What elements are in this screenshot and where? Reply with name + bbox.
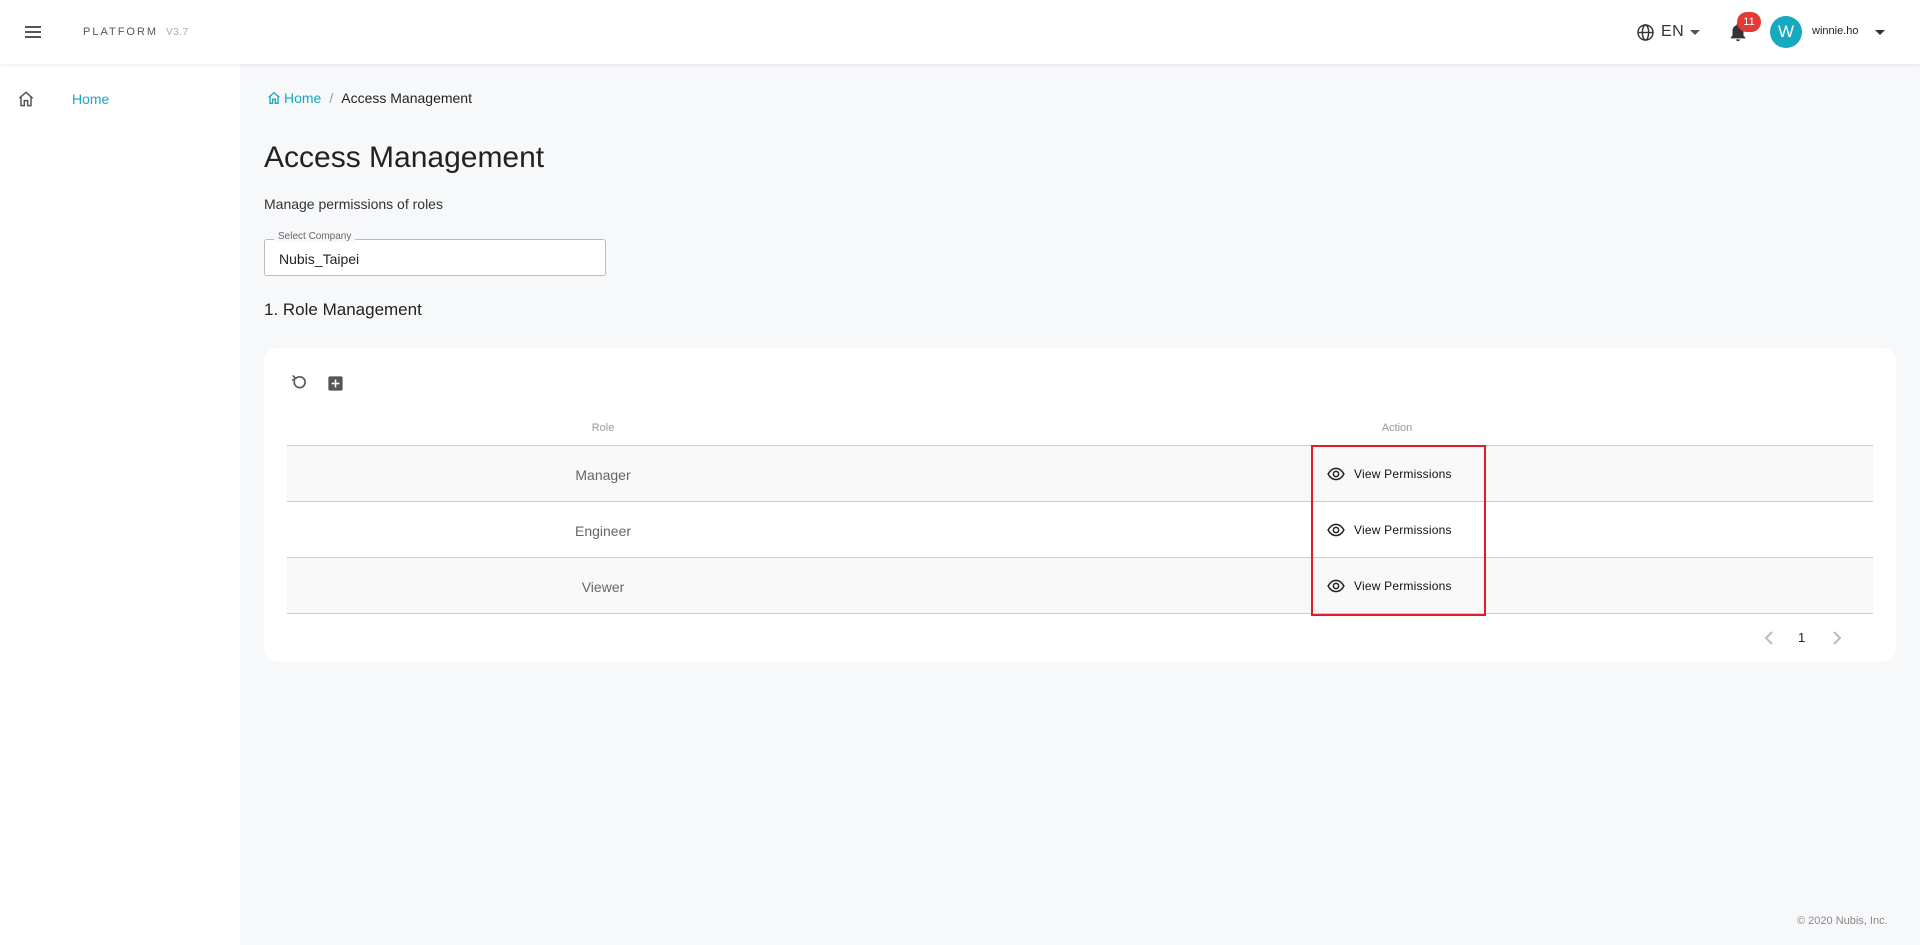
add-role-button[interactable] — [324, 372, 346, 394]
breadcrumb: Home / Access Management — [266, 90, 472, 106]
user-menu-chevron-icon[interactable] — [1875, 30, 1885, 35]
eye-icon — [1327, 467, 1345, 481]
chevron-left-icon[interactable] — [1762, 630, 1776, 646]
page-number[interactable]: 1 — [1798, 630, 1805, 645]
top-app-bar: PLATFORM V3.7 EN 11 W winnie.ho — [0, 0, 1920, 64]
notification-badge: 11 — [1737, 12, 1761, 32]
globe-icon — [1637, 23, 1654, 41]
pagination: 1 — [1762, 628, 1862, 648]
brand-name: PLATFORM — [83, 26, 159, 38]
avatar[interactable]: W — [1770, 16, 1802, 48]
footer-copyright: © 2020 Nubis, Inc. — [1797, 915, 1888, 927]
role-cell: Manager — [575, 467, 631, 483]
page-subtitle: Manage permissions of roles — [264, 196, 443, 212]
page-title: Access Management — [264, 141, 545, 174]
chevron-down-icon — [1690, 29, 1701, 35]
brand-logo: PLATFORM V3.7 — [83, 26, 189, 38]
view-permissions-label: View Permissions — [1354, 579, 1452, 593]
add-box-icon — [327, 375, 343, 391]
table-row: Manager View Permissions — [287, 446, 1873, 502]
view-permissions-button[interactable]: View Permissions — [1327, 465, 1452, 483]
column-header-role[interactable]: Role — [592, 422, 615, 434]
table-row: Engineer View Permissions — [287, 502, 1873, 558]
home-icon — [18, 91, 34, 107]
language-code: EN — [1661, 23, 1685, 40]
eye-icon — [1327, 579, 1345, 593]
table-header: Role Action — [287, 408, 1873, 446]
view-permissions-label: View Permissions — [1354, 523, 1452, 537]
breadcrumb-current: Access Management — [341, 90, 472, 106]
sidebar-item-home[interactable]: Home — [0, 84, 240, 112]
breadcrumb-separator: / — [329, 90, 334, 106]
view-permissions-button[interactable]: View Permissions — [1327, 521, 1452, 539]
view-permissions-label: View Permissions — [1354, 467, 1452, 481]
home-icon — [268, 91, 280, 104]
role-table-card: Role Action Manager View Permissions Eng… — [264, 348, 1896, 662]
table-row: Viewer View Permissions — [287, 558, 1873, 614]
chevron-right-icon[interactable] — [1830, 630, 1844, 646]
company-select-label: Select Company — [274, 231, 356, 242]
role-cell: Viewer — [581, 579, 625, 595]
refresh-button[interactable] — [288, 372, 310, 394]
company-select-value: Nubis_Taipei — [279, 251, 360, 267]
language-selector[interactable]: EN — [1636, 20, 1701, 44]
breadcrumb-home-label: Home — [284, 90, 322, 106]
sidebar-item-label: Home — [72, 91, 110, 107]
role-cell: Engineer — [574, 523, 632, 539]
sidebar: Home — [0, 64, 240, 945]
role-table: Role Action Manager View Permissions Eng… — [287, 408, 1873, 614]
company-select[interactable]: Select Company Nubis_Taipei — [264, 231, 606, 276]
column-header-action: Action — [1381, 422, 1413, 434]
username[interactable]: winnie.ho — [1812, 25, 1858, 37]
eye-icon — [1327, 523, 1345, 537]
section-title: 1. Role Management — [264, 300, 422, 319]
refresh-icon — [291, 375, 306, 389]
view-permissions-button[interactable]: View Permissions — [1327, 577, 1452, 595]
breadcrumb-home-link[interactable]: Home — [266, 90, 321, 106]
hamburger-menu-icon[interactable] — [22, 20, 46, 44]
app-version: V3.7 — [166, 27, 189, 38]
